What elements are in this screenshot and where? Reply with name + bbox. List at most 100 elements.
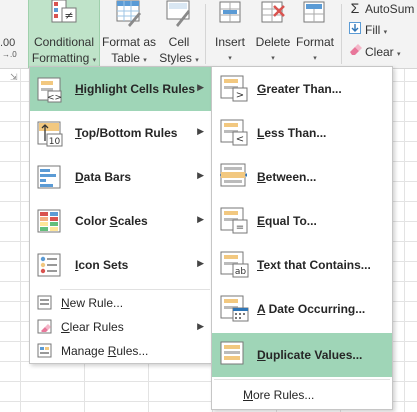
highlight-cells-rules-label: ighlight Cells Rules [83, 82, 196, 96]
access-key: G [257, 82, 267, 96]
format-as-table-button[interactable]: Format as Table ▾ [100, 0, 158, 68]
submenu-arrow-icon: ▶ [197, 258, 204, 268]
equal-to-icon: = [220, 207, 248, 234]
access-key: H [75, 82, 84, 96]
icon-sets-label: con Sets [78, 258, 129, 272]
format-as-table-icon [116, 0, 141, 27]
conditional-formatting-label: Conditional [33, 35, 95, 49]
submenu-item-greater-than[interactable]: > Greater Than... [212, 67, 392, 111]
svg-text:<: < [236, 134, 244, 145]
date-occurring-icon [220, 295, 249, 322]
top-bottom-icon-text: 10 [49, 137, 61, 147]
submenu-item-between[interactable]: Between... [212, 155, 392, 199]
highlight-cells-rules-submenu: > Greater Than... < Less Than... Between… [211, 66, 393, 410]
cell-styles-button[interactable]: Cell Styles ▾ [158, 0, 200, 68]
access-key: C [61, 320, 70, 334]
format-label: Format [295, 35, 334, 49]
less-than-icon: < [220, 119, 248, 146]
insert-button[interactable]: Insert ▾ [210, 0, 250, 68]
submenu-item-more-rules[interactable]: More Rules... [212, 380, 392, 410]
chevron-down-icon: ▾ [228, 55, 232, 62]
clear-label: Clear [365, 45, 394, 59]
clear-rules-icon [37, 319, 52, 334]
submenu-arrow-icon: ▶ [197, 170, 204, 180]
new-rule-icon [37, 295, 52, 310]
sigma-icon: Σ [350, 0, 360, 16]
submenu-arrow-icon: ▶ [197, 214, 204, 224]
submenu-item-equal-to[interactable]: = Equal To... [212, 199, 392, 243]
cell-label: Cell [168, 35, 190, 49]
icon-sets-icon [37, 253, 61, 277]
submenu-item-less-than[interactable]: < Less Than... [212, 111, 392, 155]
fill-label: Fill [365, 23, 381, 37]
menu-item-new-rule[interactable]: New Rule... [30, 291, 212, 315]
formatting-label: Formatting [31, 51, 90, 65]
clear-rules-label: lear Rules [69, 320, 124, 334]
clear-button[interactable]: Clear ▾ [348, 44, 401, 62]
conditional-formatting-icon: ≠ [51, 0, 77, 23]
between-label: etween... [265, 170, 317, 184]
equal-to-label: qual To... [265, 214, 317, 228]
format-button[interactable]: Format ▾ [294, 0, 336, 68]
svg-text:≠: ≠ [64, 9, 73, 22]
duplicate-values-icon [220, 341, 244, 365]
submenu-arrow-icon: ▶ [197, 82, 204, 92]
menu-item-color-scales[interactable]: Color Scales ▶ [30, 199, 212, 243]
color-scales-label-prefix: Color [75, 214, 110, 228]
chevron-down-icon: ▾ [195, 57, 199, 64]
between-icon [220, 163, 247, 187]
submenu-arrow-icon: ▶ [197, 126, 204, 136]
menu-item-data-bars[interactable]: Data Bars ▶ [30, 155, 212, 199]
highlight-cells-rules-icon: <> [37, 77, 62, 103]
menu-item-manage-rules[interactable]: Manage Rules... [30, 339, 212, 363]
eraser-icon [348, 44, 362, 59]
data-bars-icon [37, 165, 61, 189]
menu-item-clear-rules[interactable]: Clear Rules ▶ [30, 315, 212, 339]
more-rules-label: ore Rules... [253, 388, 315, 402]
svg-text:<>: <> [47, 93, 62, 103]
color-scales-label: cales [117, 214, 148, 228]
chevron-down-icon: ▾ [397, 51, 401, 58]
access-key: D [75, 170, 84, 184]
decimal-text: .00 [0, 37, 16, 49]
ribbon-separator [341, 4, 342, 64]
access-key: D [257, 348, 266, 362]
table-label: Table [111, 51, 140, 65]
autosum-label: AutoSum [365, 2, 415, 16]
cell-styles-icon [166, 0, 190, 27]
svg-text:>: > [236, 90, 244, 101]
autosum-button[interactable]: Σ AutoSum [348, 0, 415, 18]
duplicate-values-label: uplicate Values... [265, 348, 363, 362]
less-than-label: ess Than... [264, 126, 327, 140]
decrease-decimal-icon[interactable]: →.0 [2, 50, 17, 59]
access-key: N [61, 296, 70, 310]
submenu-item-duplicate-values[interactable]: Duplicate Values... [212, 333, 392, 377]
chevron-down-icon: ▾ [383, 29, 388, 36]
conditional-formatting-button[interactable]: ≠ Conditional Formatting ▾ [28, 0, 100, 68]
chevron-down-icon: ▾ [313, 55, 317, 62]
access-key: M [243, 388, 253, 402]
manage-label-prefix: Manage [61, 344, 108, 358]
access-key: E [257, 214, 266, 228]
data-bars-label: ata Bars [83, 170, 132, 184]
delete-button[interactable]: Delete ▾ [252, 0, 294, 68]
fill-button[interactable]: Fill ▾ [348, 22, 387, 40]
chevron-down-icon: ▾ [271, 55, 275, 62]
menu-divider [60, 289, 210, 290]
new-rule-label: ew Rule... [69, 296, 124, 310]
menu-item-icon-sets[interactable]: Icon Sets ▶ [30, 243, 212, 287]
access-key: S [109, 214, 118, 228]
delete-label: Delete [255, 35, 291, 49]
conditional-formatting-menu: <> Highlight Cells Rules ▶ 10 Top/Bottom… [29, 66, 213, 364]
text-contains-icon: ab [220, 251, 249, 278]
top-bottom-rules-icon: 10 [37, 121, 63, 147]
menu-item-top-bottom-rules[interactable]: 10 Top/Bottom Rules ▶ [30, 111, 212, 155]
submenu-arrow-icon: ▶ [197, 321, 204, 331]
format-as-label: Format as [101, 35, 156, 49]
menu-item-highlight-cells-rules[interactable]: <> Highlight Cells Rules ▶ [30, 67, 212, 111]
submenu-item-date-occurring[interactable]: A Date Occurring... [212, 287, 392, 331]
submenu-item-text-that-contains[interactable]: ab Text that Contains... [212, 243, 392, 287]
text-contains-label: ext that Contains... [263, 258, 371, 272]
svg-text:=: = [236, 222, 244, 233]
access-key: B [257, 170, 266, 184]
